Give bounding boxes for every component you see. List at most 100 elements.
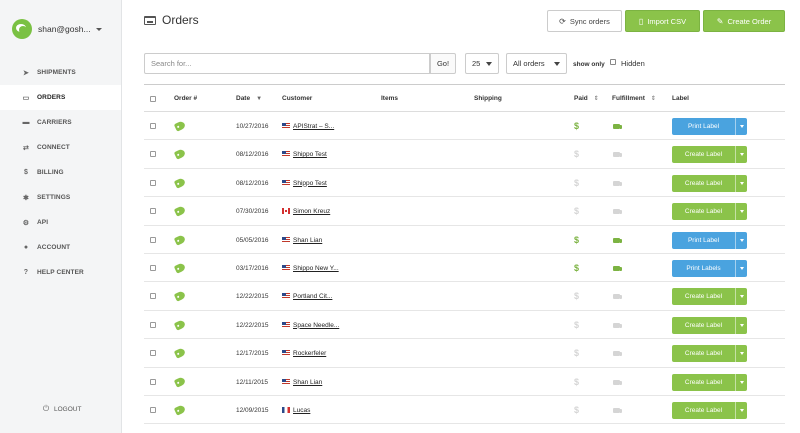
order-tag-icon[interactable] bbox=[173, 120, 187, 132]
label-button[interactable]: Create Label bbox=[672, 373, 735, 391]
sidebar-item-carriers[interactable]: ▬ CARRIERS bbox=[0, 110, 121, 135]
row-checkbox[interactable] bbox=[150, 123, 156, 129]
row-checkbox[interactable] bbox=[150, 236, 156, 243]
sidebar-item-connect[interactable]: ⇄ CONNECT bbox=[0, 135, 121, 160]
label-button-group: Print Labels bbox=[672, 259, 747, 277]
label-button[interactable]: Create Label bbox=[672, 203, 735, 221]
table-row[interactable]: 10/27/2016 APIStrat – S... $ Print Label bbox=[144, 112, 785, 141]
table-row[interactable]: 08/12/2016 Shippo Test $ Create Label bbox=[144, 169, 785, 198]
order-tag-icon[interactable] bbox=[173, 233, 187, 246]
row-checkbox[interactable] bbox=[150, 264, 156, 271]
table-row[interactable]: 12/17/2015 Rockerfeler $ Create Label bbox=[144, 339, 785, 368]
table-row[interactable]: 12/22/2015 Space Needle... $ Create Label bbox=[144, 311, 785, 340]
table-row[interactable]: 12/11/2015 Shan Lian $ Create Label bbox=[144, 368, 785, 396]
select-all-checkbox[interactable] bbox=[150, 96, 156, 102]
label-button[interactable]: Create Label bbox=[672, 146, 735, 164]
label-dropdown-button[interactable] bbox=[735, 288, 747, 306]
label-button[interactable]: Create Label bbox=[672, 288, 735, 306]
customer-link[interactable]: Shippo Test bbox=[293, 180, 327, 187]
column-label: Label bbox=[672, 95, 689, 102]
customer-link[interactable]: Shippo Test bbox=[293, 151, 327, 158]
sidebar-item-help-center[interactable]: ? HELP CENTER bbox=[0, 260, 121, 285]
label-button[interactable]: Print Label bbox=[672, 231, 735, 249]
order-tag-icon[interactable] bbox=[173, 205, 187, 217]
row-checkbox[interactable] bbox=[150, 321, 156, 328]
label-button-group: Create Label bbox=[672, 288, 747, 306]
create-order-button[interactable]: ✎ Create Order bbox=[703, 10, 785, 32]
order-tag-icon[interactable] bbox=[173, 148, 187, 161]
order-tag-icon[interactable] bbox=[173, 318, 187, 331]
label-button[interactable]: Create Label bbox=[672, 401, 735, 419]
sidebar-item-api[interactable]: ⚙ API bbox=[0, 210, 121, 235]
sidebar-item-shipments[interactable]: ➤ SHIPMENTS bbox=[0, 60, 121, 85]
order-filter-select[interactable]: All orders bbox=[506, 53, 567, 74]
page-size-value: 25 bbox=[472, 59, 481, 68]
dollar-icon: $ bbox=[574, 121, 580, 131]
sync-orders-button[interactable]: ⟳ Sync orders bbox=[547, 10, 622, 32]
row-checkbox[interactable] bbox=[150, 350, 156, 357]
table-row[interactable]: 12/09/2015 Lucas $ Create Label bbox=[144, 396, 785, 425]
search-input[interactable] bbox=[144, 53, 430, 74]
label-dropdown-button[interactable] bbox=[735, 345, 747, 363]
row-checkbox[interactable] bbox=[150, 406, 156, 413]
sidebar-item-account[interactable]: ● ACCOUNT bbox=[0, 235, 121, 260]
sidebar-item-settings[interactable]: ✱ SETTINGS bbox=[0, 185, 121, 210]
customer-link[interactable]: Shan Lian bbox=[293, 379, 322, 386]
label-button[interactable]: Create Label bbox=[672, 345, 735, 363]
table-row[interactable]: 08/12/2016 Shippo Test $ Create Label bbox=[144, 140, 785, 169]
label-dropdown-button[interactable] bbox=[735, 231, 747, 249]
column-paid[interactable]: Paid ⇕ bbox=[574, 95, 599, 102]
customer-link[interactable]: Portland Cit... bbox=[293, 293, 332, 300]
label-button[interactable]: Print Label bbox=[672, 118, 735, 135]
row-checkbox[interactable] bbox=[150, 293, 156, 300]
row-checkbox[interactable] bbox=[150, 208, 156, 215]
label-button[interactable]: Create Label bbox=[672, 316, 735, 334]
customer-link[interactable]: Space Needle... bbox=[293, 322, 339, 329]
label-dropdown-button[interactable] bbox=[735, 316, 747, 334]
table-row[interactable]: 12/22/2015 Portland Cit... $ Create Label bbox=[144, 282, 785, 311]
hidden-checkbox[interactable] bbox=[610, 59, 616, 65]
customer-link[interactable]: Rockerfeler bbox=[293, 350, 326, 357]
logout-button[interactable]: ⏻ LOGOUT bbox=[42, 404, 82, 414]
order-tag-icon[interactable] bbox=[173, 404, 187, 416]
paper-plane-icon: ➤ bbox=[23, 69, 29, 77]
customer-link[interactable]: Simon Kreuz bbox=[293, 208, 330, 215]
import-csv-button[interactable]: ▯ Import CSV bbox=[625, 10, 700, 32]
label-button[interactable]: Create Label bbox=[672, 174, 735, 192]
order-tag-icon[interactable] bbox=[173, 177, 187, 189]
customer-link[interactable]: APIStrat – S... bbox=[293, 123, 334, 130]
order-tag-icon[interactable] bbox=[173, 375, 187, 388]
sidebar-item-orders[interactable]: ▭ ORDERS bbox=[0, 85, 121, 110]
label-dropdown-button[interactable] bbox=[735, 203, 747, 221]
table-row[interactable]: 05/05/2016 Shan Lian $ Print Label bbox=[144, 226, 785, 254]
go-button[interactable]: Go! bbox=[430, 53, 456, 74]
order-tag-icon[interactable] bbox=[173, 262, 187, 274]
order-tag-icon[interactable] bbox=[173, 347, 187, 359]
account-menu[interactable]: shan@gosh... bbox=[12, 19, 102, 39]
customer-link[interactable]: Shan Lian bbox=[293, 237, 322, 244]
gears-icon: ⚙ bbox=[22, 219, 30, 227]
row-checkbox[interactable] bbox=[150, 179, 156, 186]
customer-link[interactable]: Shippo New Y... bbox=[293, 265, 339, 272]
sidebar-item-billing[interactable]: $ BILLING bbox=[0, 160, 121, 185]
column-fulfillment[interactable]: Fulfillment ⇕ bbox=[612, 95, 656, 102]
order-tag-icon[interactable] bbox=[173, 290, 187, 303]
label-button[interactable]: Print Labels bbox=[672, 259, 735, 277]
order-date: 03/17/2016 bbox=[236, 264, 269, 272]
row-checkbox[interactable] bbox=[150, 378, 156, 385]
customer-link[interactable]: Lucas bbox=[293, 407, 310, 414]
label-dropdown-button[interactable] bbox=[735, 401, 747, 419]
dollar-icon: $ bbox=[574, 348, 580, 359]
column-date[interactable]: Date ▼ bbox=[236, 95, 262, 102]
label-dropdown-button[interactable] bbox=[735, 373, 747, 391]
truck-icon bbox=[613, 152, 622, 158]
table-row[interactable]: 07/30/2016 Simon Kreuz $ Create Label bbox=[144, 197, 785, 226]
row-checkbox[interactable] bbox=[150, 151, 156, 158]
label-dropdown-button[interactable] bbox=[735, 174, 747, 192]
page-size-select[interactable]: 25 bbox=[465, 53, 499, 74]
label-dropdown-button[interactable] bbox=[735, 259, 747, 277]
label-dropdown-button[interactable] bbox=[735, 118, 747, 135]
table-row[interactable]: 03/17/2016 Shippo New Y... $ Print Labels bbox=[144, 254, 785, 283]
sidebar-item-label: ORDERS bbox=[37, 94, 66, 101]
label-dropdown-button[interactable] bbox=[735, 146, 747, 164]
